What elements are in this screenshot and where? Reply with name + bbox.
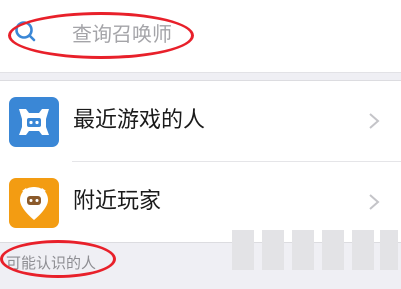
menu-list: 最近游戏的人 附近玩家 [0, 80, 401, 243]
recent-players-icon [9, 97, 59, 147]
list-item-label: 最近游戏的人 [73, 108, 206, 133]
watermark-block [232, 230, 254, 270]
watermark-block [352, 230, 374, 270]
chevron-right-icon [369, 113, 380, 129]
watermark-block [322, 230, 344, 270]
annotation-ellipse-search [8, 12, 194, 59]
watermark-block [380, 230, 398, 270]
list-item-label: 附近玩家 [73, 189, 162, 214]
watermark-block [292, 230, 314, 270]
nearby-players-icon [9, 178, 59, 228]
watermark-block [262, 230, 284, 270]
list-item-recent-players[interactable]: 最近游戏的人 [0, 81, 401, 161]
chevron-right-icon [369, 194, 380, 210]
annotation-ellipse-section [0, 240, 116, 278]
